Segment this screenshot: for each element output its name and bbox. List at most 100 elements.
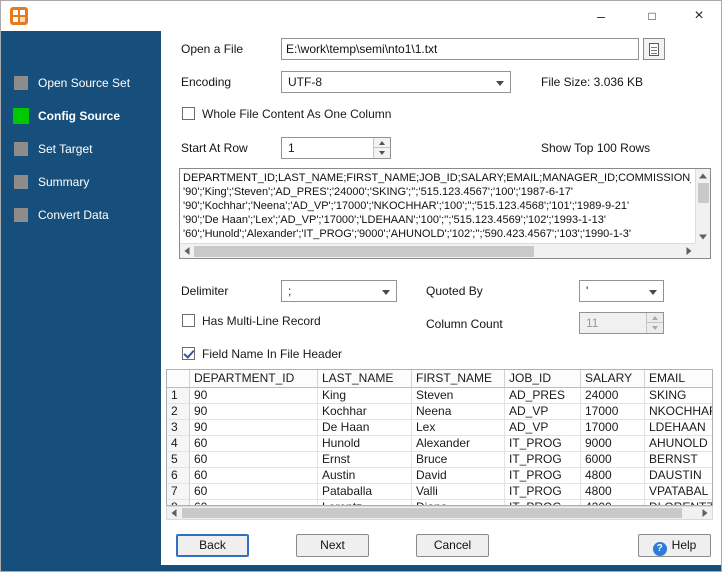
grid-cell: 24000 — [581, 388, 645, 404]
grid-cell: 90 — [190, 404, 318, 420]
scroll-down-button[interactable] — [696, 230, 710, 243]
spinner-down-button[interactable] — [374, 148, 390, 158]
scroll-left-button[interactable] — [167, 507, 181, 519]
step-indicator-active — [13, 108, 29, 124]
sidebar-step-convert-data[interactable]: Convert Data — [1, 205, 161, 225]
show-top-rows-text: Show Top 100 Rows — [541, 141, 650, 156]
grid-header-last-name[interactable]: LAST_NAME — [318, 370, 412, 388]
grid-cell: Valli — [412, 484, 505, 500]
preview-text: DEPARTMENT_ID;LAST_NAME;FIRST_NAME;JOB_I… — [180, 169, 694, 243]
step-indicator — [14, 175, 28, 189]
sidebar-step-label: Set Target — [38, 139, 92, 159]
sidebar-step-open-source-set[interactable]: Open Source Set — [1, 73, 161, 93]
grid-cell: NKOCHHAR — [645, 404, 713, 420]
table-row: 4 60 Hunold Alexander IT_PROG 9000 AHUNO… — [167, 436, 712, 452]
grid-cell: Kochhar — [318, 404, 412, 420]
wizard-sidebar: Open Source Set Config Source Set Target… — [1, 31, 161, 565]
grid-header-rownum[interactable] — [167, 370, 190, 388]
field-name-checkbox[interactable]: Field Name In File Header — [182, 346, 342, 361]
quoted-by-select[interactable]: ' — [579, 280, 664, 302]
grid-cell: Austin — [318, 468, 412, 484]
next-button[interactable]: Next — [296, 534, 369, 557]
checkbox-icon — [182, 107, 195, 120]
preview-line: '60';'Hunold';'Alexander';'IT_PROG';'900… — [183, 227, 691, 241]
row-number-cell: 7 — [167, 484, 190, 500]
grid-cell: DAUSTIN — [645, 468, 713, 484]
preview-line: '90';'De Haan';'Lex';'AD_VP';'17000';'LD… — [183, 213, 691, 227]
grid-header-salary[interactable]: SALARY — [581, 370, 645, 388]
checkbox-checked-icon — [182, 347, 195, 360]
help-button[interactable]: ?Help — [638, 534, 711, 557]
delimiter-select[interactable]: ; — [281, 280, 397, 302]
grid-header-row: DEPARTMENT_ID LAST_NAME FIRST_NAME JOB_I… — [167, 370, 712, 388]
scroll-right-button[interactable] — [682, 244, 695, 258]
preview-vertical-scrollbar[interactable] — [695, 169, 710, 243]
grid-cell: 60 — [190, 468, 318, 484]
open-file-input[interactable] — [281, 38, 639, 60]
column-count-value: 11 — [586, 316, 598, 330]
grid-cell: Lex — [412, 420, 505, 436]
hscroll-thumb[interactable] — [182, 508, 682, 518]
grid-cell: LDEHAAN — [645, 420, 713, 436]
row-number-cell: 6 — [167, 468, 190, 484]
close-button[interactable]: × — [682, 1, 716, 31]
grid-cell: Bruce — [412, 452, 505, 468]
table-row: 6 60 Austin David IT_PROG 4800 DAUSTIN — [167, 468, 712, 484]
grid-cell: 4800 — [581, 468, 645, 484]
scroll-left-button[interactable] — [180, 244, 193, 258]
back-button[interactable]: Back — [176, 534, 249, 557]
scroll-right-button[interactable] — [698, 507, 712, 519]
grid-cell: 4800 — [581, 484, 645, 500]
grid-cell: 17000 — [581, 404, 645, 420]
cancel-button[interactable]: Cancel — [416, 534, 489, 557]
multiline-checkbox[interactable]: Has Multi-Line Record — [182, 313, 321, 328]
spinner-up-button — [647, 313, 663, 323]
grid-header-job-id[interactable]: JOB_ID — [505, 370, 581, 388]
sidebar-step-set-target[interactable]: Set Target — [1, 139, 161, 159]
grid-cell: IT_PROG — [505, 436, 581, 452]
grid-cell: Pataballa — [318, 484, 412, 500]
hscroll-thumb[interactable] — [194, 246, 534, 257]
grid-header-department-id[interactable]: DEPARTMENT_ID — [190, 370, 318, 388]
preview-line: DEPARTMENT_ID;LAST_NAME;FIRST_NAME;JOB_I… — [183, 171, 691, 185]
encoding-value: UTF-8 — [288, 75, 322, 89]
grid-cell: Ernst — [318, 452, 412, 468]
title-bar[interactable]: – □ × — [1, 1, 721, 31]
minimize-button[interactable]: – — [584, 1, 618, 31]
preview-line: '90';'Kochhar';'Neena';'AD_VP';'17000';'… — [183, 199, 691, 213]
help-icon: ? — [653, 542, 667, 556]
table-row: 3 90 De Haan Lex AD_VP 17000 LDEHAAN — [167, 420, 712, 436]
start-at-row-spinner[interactable]: 1 — [281, 137, 391, 159]
scroll-up-button[interactable] — [696, 169, 710, 182]
grid-cell: De Haan — [318, 420, 412, 436]
maximize-button[interactable]: □ — [635, 1, 669, 31]
preview-horizontal-scrollbar[interactable] — [180, 243, 695, 258]
grid-cell: 60 — [190, 484, 318, 500]
preview-grid: DEPARTMENT_ID LAST_NAME FIRST_NAME JOB_I… — [166, 369, 713, 506]
grid-cell: 60 — [190, 452, 318, 468]
sidebar-step-config-source[interactable]: Config Source — [1, 106, 161, 126]
sidebar-step-summary[interactable]: Summary — [1, 172, 161, 192]
browse-button[interactable] — [643, 38, 665, 60]
grid-cell: 90 — [190, 420, 318, 436]
vscroll-thumb[interactable] — [698, 183, 709, 203]
grid-header-email[interactable]: EMAIL — [645, 370, 713, 388]
whole-file-label: Whole File Content As One Column — [202, 107, 391, 121]
sidebar-step-label: Convert Data — [38, 205, 109, 225]
grid-header-first-name[interactable]: FIRST_NAME — [412, 370, 505, 388]
chevron-down-icon — [382, 290, 390, 295]
grid-cell: Neena — [412, 404, 505, 420]
whole-file-checkbox[interactable]: Whole File Content As One Column — [182, 106, 391, 121]
delimiter-label: Delimiter — [181, 284, 228, 299]
row-number-cell: 5 — [167, 452, 190, 468]
spinner-up-button[interactable] — [374, 138, 390, 148]
quoted-by-value: ' — [586, 284, 588, 298]
grid-cell: Steven — [412, 388, 505, 404]
grid-cell: AD_VP — [505, 404, 581, 420]
encoding-label: Encoding — [181, 75, 231, 90]
grid-horizontal-scrollbar[interactable] — [166, 506, 713, 520]
grid-cell: AD_PRES — [505, 388, 581, 404]
encoding-select[interactable]: UTF-8 — [281, 71, 511, 93]
grid-cell: AHUNOLD — [645, 436, 713, 452]
spinner-buttons — [373, 138, 390, 158]
